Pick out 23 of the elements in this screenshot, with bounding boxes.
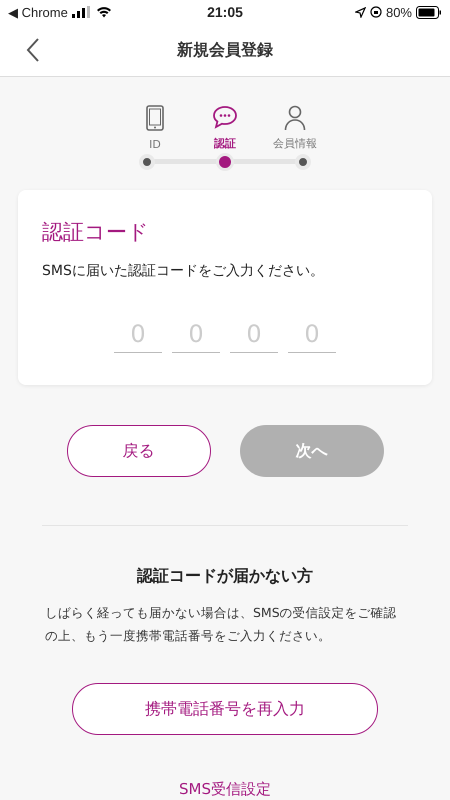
location-arrow-icon xyxy=(354,6,366,18)
battery-percent: 80% xyxy=(386,4,412,20)
back-chevron-icon[interactable] xyxy=(26,38,40,62)
signal-icon xyxy=(72,6,92,18)
chat-bubble-icon xyxy=(212,105,238,129)
battery-icon xyxy=(416,6,442,18)
step-label: ID xyxy=(149,138,161,151)
instruction-text: SMSに届いた認証コードをご入力ください。 xyxy=(42,262,325,280)
person-icon xyxy=(284,105,306,131)
step-label: 会員情報 xyxy=(273,136,317,151)
re-enter-phone-button[interactable]: 携帯電話番号を再入力 xyxy=(72,683,378,735)
help-text: しばらく経っても届かない場合は、SMSの受信設定をご確認の上、もう一度携帯電話番号をご入力ください。 xyxy=(45,604,398,645)
sms-settings-link[interactable]: SMS受信設定 xyxy=(179,780,271,798)
step-label: 認証 xyxy=(214,136,236,151)
page-title: 新規会員登録 xyxy=(177,40,273,60)
rotation-lock-icon xyxy=(370,6,382,18)
back-to-app-label[interactable]: ◀ Chrome xyxy=(8,4,68,20)
smartphone-icon xyxy=(146,105,164,131)
wifi-icon xyxy=(96,6,112,18)
back-button[interactable]: 戻る xyxy=(66,425,210,477)
help-heading: 認証コードが届かない方 xyxy=(136,566,314,587)
card-title: 認証コード xyxy=(42,219,150,246)
clock-time: 21:05 xyxy=(207,4,243,20)
